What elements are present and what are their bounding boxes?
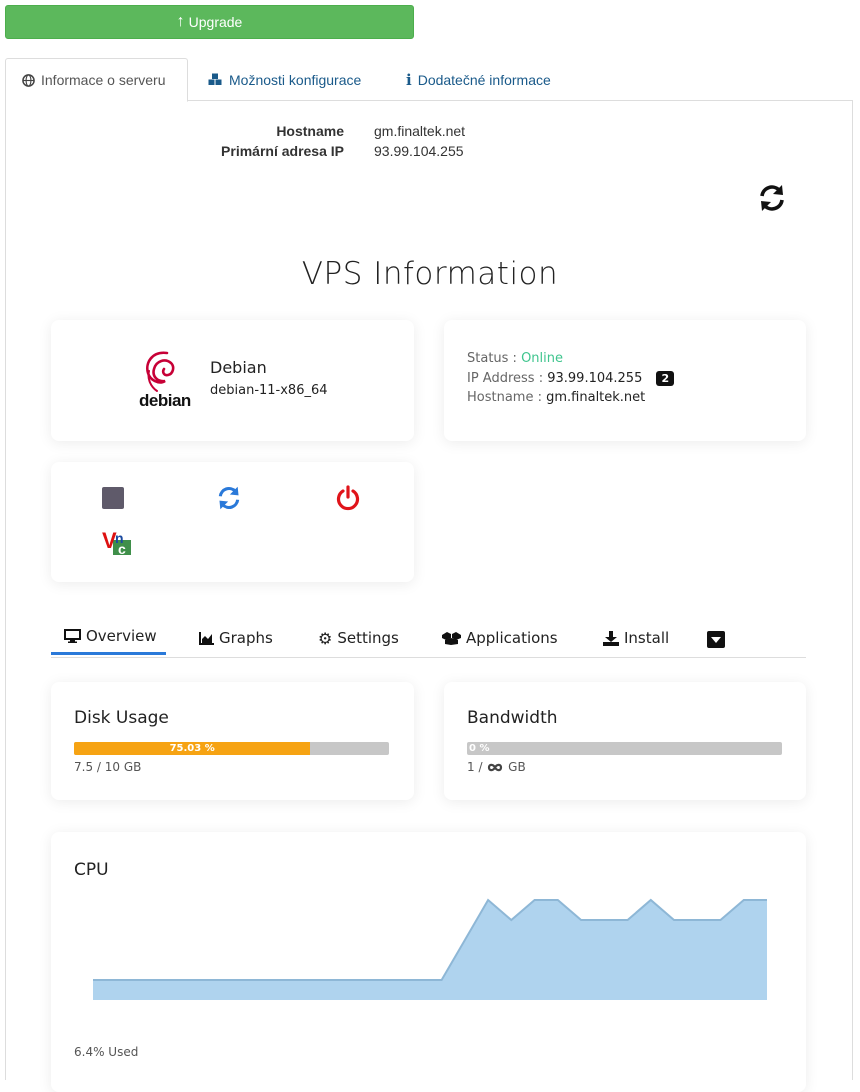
gear-icon: ⚙ bbox=[318, 629, 332, 648]
status-value: Online bbox=[521, 351, 563, 366]
hostname-row: Hostname : gm.finaltek.net bbox=[467, 390, 645, 405]
server-tabs: Informace o serveru Možnosti konfigurace… bbox=[5, 58, 853, 101]
disk-usage-text: 7.5 / 10 GB bbox=[74, 760, 141, 774]
download-icon bbox=[603, 631, 619, 646]
subtab-label: Graphs bbox=[219, 629, 273, 647]
cpu-used-text: 6.4% Used bbox=[74, 1045, 138, 1059]
power-off-button[interactable] bbox=[335, 485, 361, 511]
actions-card: V n c bbox=[51, 462, 414, 582]
globe-icon bbox=[22, 74, 35, 87]
bandwidth-used: 1 / bbox=[467, 760, 483, 774]
svg-text:c: c bbox=[118, 541, 126, 556]
bandwidth-title: Bandwidth bbox=[467, 708, 558, 728]
cpu-area bbox=[93, 900, 767, 1000]
stop-button[interactable] bbox=[102, 487, 124, 509]
disk-progress-label: 75.03 % bbox=[74, 742, 310, 755]
upgrade-button[interactable]: ↑ Upgrade bbox=[5, 5, 414, 39]
os-card: debian Debian debian-11-x86_64 bbox=[51, 320, 414, 441]
refresh-icon bbox=[216, 485, 242, 511]
arrow-up-icon: ↑ bbox=[177, 13, 185, 31]
cubes-icon bbox=[208, 73, 223, 86]
infinity-icon bbox=[487, 763, 503, 772]
hostname-value: gm.finaltek.net bbox=[374, 123, 465, 139]
more-dropdown-button[interactable] bbox=[707, 631, 725, 648]
tab-label: Dodatečné informace bbox=[418, 72, 551, 88]
bandwidth-progress-bar: 0 % bbox=[467, 742, 782, 755]
subtab-install[interactable]: Install bbox=[603, 620, 669, 656]
tab-additional-info[interactable]: i Dodatečné informace bbox=[390, 58, 567, 101]
refresh-icon[interactable] bbox=[758, 183, 786, 217]
status-row: Status : Online bbox=[467, 351, 563, 366]
restart-button[interactable] bbox=[216, 485, 242, 511]
ip-value: 93.99.104.255 bbox=[547, 371, 642, 386]
debian-logo: debian bbox=[137, 347, 189, 413]
disk-usage-title: Disk Usage bbox=[74, 708, 169, 728]
tab-label: Informace o serveru bbox=[41, 72, 166, 88]
monitor-icon bbox=[64, 629, 81, 643]
subtab-settings[interactable]: ⚙ Settings bbox=[318, 620, 399, 656]
subtab-label: Install bbox=[624, 629, 669, 647]
hostname-label: Hostname bbox=[0, 123, 344, 139]
upgrade-label: Upgrade bbox=[189, 14, 243, 30]
cpu-card: CPU 6.4% Used bbox=[51, 832, 806, 1092]
disk-usage-card: Disk Usage 75.03 % 7.5 / 10 GB bbox=[51, 682, 414, 800]
disk-progress-bar: 75.03 % bbox=[74, 742, 389, 755]
vnc-icon: V n c bbox=[101, 526, 135, 556]
vps-hostname-value: gm.finaltek.net bbox=[546, 390, 645, 405]
status-card: Status : Online IP Address : 93.99.104.2… bbox=[444, 320, 806, 441]
primary-ip-label: Primární adresa IP bbox=[0, 143, 344, 159]
bandwidth-progress-label: 0 % bbox=[469, 742, 489, 755]
bandwidth-card: Bandwidth 0 % 1 / GB bbox=[444, 682, 806, 800]
vnc-button[interactable]: V n c bbox=[101, 526, 135, 556]
subtab-label: Settings bbox=[337, 629, 399, 647]
area-chart-icon bbox=[199, 632, 214, 645]
subtab-label: Applications bbox=[466, 629, 558, 647]
boxes-icon bbox=[442, 632, 461, 645]
primary-ip-value: 93.99.104.255 bbox=[374, 143, 464, 159]
subtab-applications[interactable]: Applications bbox=[442, 620, 558, 656]
subtab-overview[interactable]: Overview bbox=[51, 620, 166, 655]
ip-row: IP Address : 93.99.104.255 2 bbox=[467, 371, 674, 386]
tab-config-options[interactable]: Možnosti konfigurace bbox=[192, 58, 377, 101]
vps-subtabs: Overview Graphs ⚙ Settings Applications … bbox=[51, 620, 806, 658]
status-label: Status : bbox=[467, 351, 517, 366]
cpu-area-chart bbox=[93, 892, 767, 1004]
power-icon bbox=[335, 485, 361, 511]
vps-hostname-label: Hostname : bbox=[467, 390, 542, 405]
os-name: Debian bbox=[210, 358, 267, 377]
info-icon: i bbox=[406, 71, 412, 89]
subtab-label: Overview bbox=[86, 627, 157, 645]
bandwidth-unit: GB bbox=[508, 760, 526, 774]
debian-wordmark: debian bbox=[139, 391, 191, 411]
stop-icon bbox=[102, 487, 124, 509]
ip-label: IP Address : bbox=[467, 371, 543, 386]
tab-label: Možnosti konfigurace bbox=[229, 72, 361, 88]
ip-count-badge[interactable]: 2 bbox=[656, 371, 674, 386]
cpu-title: CPU bbox=[74, 860, 109, 880]
subtab-graphs[interactable]: Graphs bbox=[199, 620, 273, 656]
bandwidth-usage-text: 1 / GB bbox=[467, 760, 526, 774]
os-version: debian-11-x86_64 bbox=[210, 383, 328, 398]
tab-server-info[interactable]: Informace o serveru bbox=[5, 58, 188, 102]
vps-title: VPS Information bbox=[0, 256, 860, 292]
